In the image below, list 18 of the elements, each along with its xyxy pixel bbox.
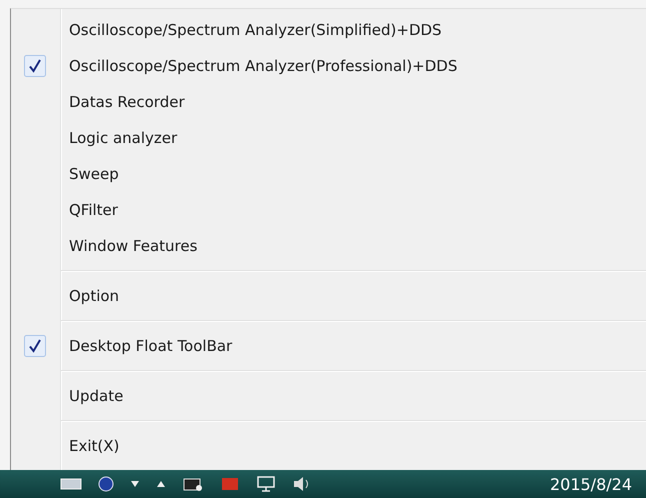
caret-up-icon[interactable]	[156, 480, 166, 488]
menu-item[interactable]: Exit(X)	[11, 428, 646, 464]
menu-item[interactable]: Window Features	[11, 228, 646, 264]
checkmark-icon	[24, 55, 46, 77]
clock-date[interactable]: 2015/8/24	[550, 474, 632, 494]
menu-item[interactable]: Option	[11, 278, 646, 314]
monitor-icon[interactable]	[256, 475, 276, 493]
caret-down-icon[interactable]	[130, 480, 140, 488]
menu-item[interactable]: Oscilloscope/Spectrum Analyzer(Simplified)+DDS	[11, 12, 646, 48]
menu-item[interactable]: QFilter	[11, 192, 646, 228]
menu-item[interactable]: Update	[11, 378, 646, 414]
menu-item[interactable]: Oscilloscope/Spectrum Analyzer(Professional)+DDS	[11, 48, 646, 84]
menu-item[interactable]: Desktop Float ToolBar	[11, 328, 646, 364]
menu-item[interactable]: Sweep	[11, 156, 646, 192]
menu-item[interactable]: Datas Recorder	[11, 84, 646, 120]
menu-item[interactable]: Logic analyzer	[11, 120, 646, 156]
keyboard-icon[interactable]	[60, 478, 82, 490]
checkmark-icon	[24, 335, 46, 357]
